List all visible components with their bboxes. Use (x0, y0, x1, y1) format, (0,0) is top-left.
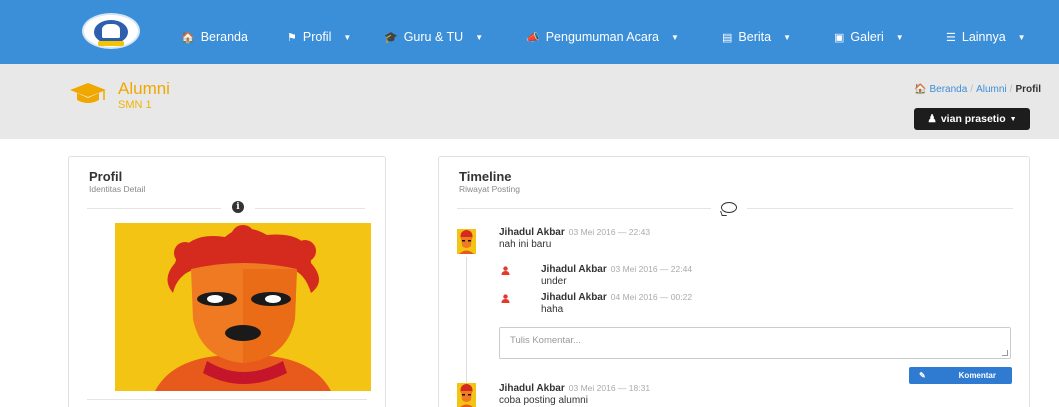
comment-author[interactable]: Jihadul Akbar 04 Mei 2016 — 00:22 (541, 292, 692, 303)
chevron-down-icon: ▼ (670, 32, 679, 42)
user-icon (501, 266, 510, 275)
breadcrumb-separator: / (970, 84, 974, 95)
comment-date: 03 Mei 2016 — 22:44 (610, 264, 693, 274)
page-title: Alumni (118, 79, 170, 98)
profil-panel: Profil Identitas Detail i (68, 156, 386, 407)
comment-text: under (541, 276, 567, 287)
info-icon: i (232, 201, 244, 213)
post-date: 03 Mei 2016 — 18:31 (568, 383, 651, 393)
user-name: vian prasetio (940, 113, 1006, 125)
resize-handle-icon[interactable] (1002, 350, 1008, 356)
nav-lainnya-label: Lainnya (961, 30, 1006, 44)
newspaper-icon: ▤ (722, 31, 733, 44)
post-author-name: Jihadul Akbar (499, 383, 565, 394)
comment-author-name: Jihadul Akbar (541, 292, 607, 303)
user-icon (501, 294, 510, 303)
post-text: nah ini baru (499, 239, 552, 250)
divider (255, 208, 365, 209)
nav-pengumuman[interactable]: 📣 Pengumuman Acara ▼ (526, 30, 679, 44)
comment-author[interactable]: Jihadul Akbar 03 Mei 2016 — 22:44 (541, 264, 692, 275)
logo-wing (102, 24, 120, 38)
nav-berita-label: Berita (738, 30, 772, 44)
flag-icon: ⚑ (287, 31, 297, 44)
nav-beranda-label: Beranda (200, 30, 248, 44)
nav-profil[interactable]: ⚑ Profil ▼ (287, 30, 351, 44)
nav-profil-label: Profil (302, 30, 332, 44)
comment-bubble-icon (721, 202, 737, 213)
comment-text: haha (541, 304, 564, 315)
post-text: coba posting alumni (499, 395, 588, 406)
profil-title: Profil (89, 169, 123, 184)
breadcrumb-beranda[interactable]: Beranda (929, 84, 967, 95)
timeline-subtitle: Riwayat Posting (459, 184, 520, 194)
divider (457, 208, 711, 209)
breadcrumb-alumni[interactable]: Alumni (976, 84, 1007, 95)
chevron-down-icon: ▼ (895, 32, 904, 42)
school-logo[interactable] (82, 13, 140, 49)
comment-author-name: Jihadul Akbar (541, 264, 607, 275)
divider (87, 399, 367, 400)
divider (747, 208, 1013, 209)
timeline-title: Timeline (459, 169, 512, 184)
divider (87, 208, 221, 209)
nav-galeri-label: Galeri (850, 30, 884, 44)
chevron-down-icon: ▼ (475, 32, 484, 42)
edit-icon: ✎ (919, 371, 926, 380)
page-header: Alumni SMN 1 🏠 Beranda / Alumni / Profil… (0, 64, 1059, 139)
home-icon: 🏠 (914, 84, 927, 95)
post-author[interactable]: Jihadul Akbar 03 Mei 2016 — 18:31 (499, 383, 650, 394)
chevron-down-icon: ▼ (343, 32, 352, 42)
breadcrumb: 🏠 Beranda / Alumni / Profil (914, 84, 1041, 95)
avatar (457, 229, 476, 254)
user-menu-button[interactable]: ♟ vian prasetio ▼ (914, 108, 1030, 130)
breadcrumb-separator: / (1009, 84, 1013, 95)
komentar-button-label: Komentar (958, 371, 996, 380)
chevron-down-icon: ▼ (1017, 32, 1026, 42)
komentar-button[interactable]: ✎ Komentar (909, 367, 1012, 384)
user-icon: ♟ (927, 113, 937, 125)
nav-beranda[interactable]: 🏠 Beranda (181, 30, 248, 44)
breadcrumb-profil: Profil (1015, 84, 1041, 95)
nav-berita[interactable]: ▤ Berita ▼ (722, 30, 791, 44)
nav-guru-tu-label: Guru & TU (403, 30, 464, 44)
nav-lainnya[interactable]: ☰ Lainnya ▼ (946, 30, 1026, 44)
caret-down-icon: ▼ (1009, 115, 1017, 123)
logo-band (98, 41, 124, 46)
nav-guru-tu[interactable]: 🎓 Guru & TU ▼ (384, 30, 483, 44)
post-date: 03 Mei 2016 — 22:43 (568, 227, 651, 237)
comment-input[interactable]: Tulis Komentar... (499, 327, 1011, 359)
nav-galeri[interactable]: ▣ Galeri ▼ (834, 30, 904, 44)
image-icon: ▣ (834, 31, 845, 44)
post-author-name: Jihadul Akbar (499, 227, 565, 238)
chevron-down-icon: ▼ (783, 32, 791, 42)
top-navbar: 🏠 Beranda ⚑ Profil ▼ 🎓 Guru & TU ▼ 📣 Pen… (0, 0, 1059, 64)
nav-pengumuman-label: Pengumuman Acara (545, 30, 659, 44)
comment-date: 04 Mei 2016 — 00:22 (610, 292, 693, 302)
comment-placeholder: Tulis Komentar... (510, 335, 581, 346)
graduation-cap-icon (70, 83, 106, 103)
timeline-panel: Timeline Riwayat Posting Jihadul Akbar 03… (438, 156, 1030, 407)
post-author[interactable]: Jihadul Akbar 03 Mei 2016 — 22:43 (499, 227, 650, 238)
graduation-cap-icon: 🎓 (384, 31, 398, 44)
page-subtitle: SMN 1 (118, 99, 152, 111)
home-icon: 🏠 (181, 31, 195, 44)
profile-avatar (115, 223, 371, 391)
bullhorn-icon: 📣 (526, 31, 540, 44)
list-icon: ☰ (946, 31, 956, 44)
avatar (457, 383, 476, 407)
profil-subtitle: Identitas Detail (89, 184, 146, 194)
